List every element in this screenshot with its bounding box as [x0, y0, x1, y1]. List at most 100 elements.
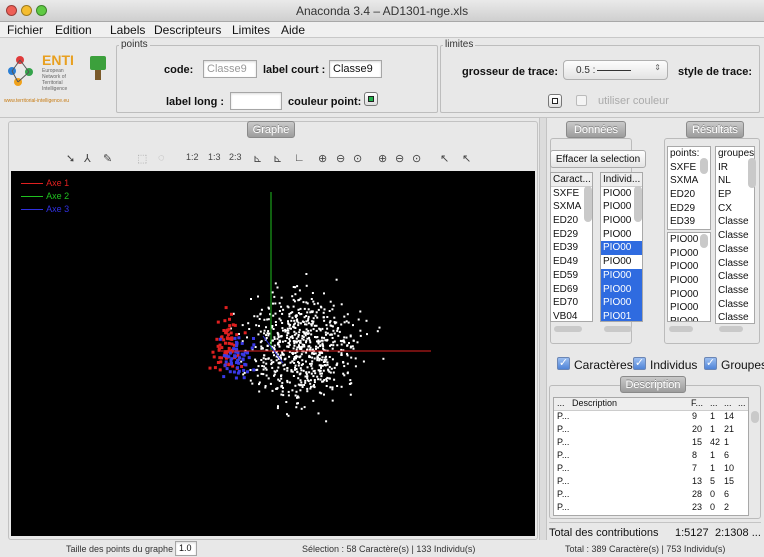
groupe-row[interactable]: Classe	[716, 215, 754, 229]
individu-row[interactable]: PIO00	[601, 296, 642, 310]
caracteres-header[interactable]: Caract...	[551, 173, 592, 187]
caracteres-checkbox[interactable]: ✓	[557, 357, 570, 370]
caractere-row[interactable]: ED59	[551, 269, 592, 283]
description-row[interactable]: P... 28 0 6	[554, 489, 748, 502]
individu-row[interactable]: PIO00	[601, 282, 642, 297]
axes-label-icon[interactable]: ⊾	[273, 152, 282, 165]
axes-plane-icon[interactable]: ⊾	[253, 152, 262, 165]
col-header-description[interactable]: Description	[572, 398, 617, 408]
rotate-x-icon[interactable]: ⊕	[318, 152, 327, 165]
tab-donnees[interactable]: Données	[566, 121, 626, 138]
result-point-row[interactable]: ED39	[668, 215, 710, 229]
description-row[interactable]: P... 9 1 14	[554, 411, 748, 424]
description-row[interactable]: P... 20 1 21	[554, 424, 748, 437]
select-tool-icon[interactable]: ➘	[66, 152, 75, 165]
caracteres-scrollbar[interactable]	[584, 186, 592, 222]
lasso-tool-icon[interactable]: ⬚	[137, 152, 147, 165]
menu-fichier[interactable]: Fichier	[7, 23, 43, 37]
result-point2-row[interactable]: PIO00	[668, 274, 710, 288]
groupe-row[interactable]: Classe	[716, 270, 754, 284]
tab-graphe[interactable]: Graphe	[247, 121, 295, 138]
graph-canvas[interactable]: Axe 1 Axe 2 Axe 3	[11, 171, 535, 536]
individu-row[interactable]: PIO00	[601, 255, 642, 269]
caractere-row[interactable]: ED49	[551, 255, 592, 269]
tab-resultats[interactable]: Résultats	[686, 121, 744, 138]
groupe-row[interactable]: Classe	[716, 257, 754, 271]
result-point2-row[interactable]: PIO00	[668, 301, 710, 315]
rotate-z-icon[interactable]: ⊙	[353, 152, 362, 165]
caractere-row[interactable]: ED69	[551, 283, 592, 297]
long-label-field[interactable]	[230, 92, 282, 110]
results-points-scrollbar[interactable]	[700, 158, 708, 174]
groupes-scrollbar[interactable]	[748, 158, 756, 188]
col-header-a[interactable]: ...	[710, 398, 718, 408]
rotate-z-back-icon[interactable]: ⊙	[412, 152, 421, 165]
groupe-row[interactable]: Classe	[716, 298, 754, 312]
description-row[interactable]: P... 15 42 1	[554, 437, 748, 450]
result-point2-row[interactable]: PIO00	[668, 288, 710, 302]
rotate-y-back-icon[interactable]: ⊖	[395, 152, 404, 165]
menu-aide[interactable]: Aide	[281, 23, 305, 37]
zoom-out-icon[interactable]: ↖	[462, 152, 471, 165]
donnees-hscroll-2[interactable]	[604, 326, 632, 332]
circle-tool-icon[interactable]: ◌	[158, 152, 165, 164]
result-point2-row[interactable]: PIO00	[668, 247, 710, 261]
col-header-c[interactable]: ...	[738, 398, 746, 408]
individu-row[interactable]: PIO00	[601, 228, 642, 242]
resultats-hscroll[interactable]	[669, 326, 693, 332]
result-point-row[interactable]: ED29	[668, 202, 710, 216]
groupe-row[interactable]: CX	[716, 202, 754, 216]
col-header-0[interactable]: ...	[557, 398, 565, 408]
menu-labels[interactable]: Labels	[110, 23, 145, 37]
thickness-select[interactable]: 0.5 : ⇕	[563, 60, 668, 80]
result-point2-row[interactable]: PIO00	[668, 260, 710, 274]
axes-tool-icon[interactable]: ⅄	[84, 152, 91, 165]
point-size-field[interactable]: 1.0	[175, 541, 197, 556]
tab-description[interactable]: Description	[620, 376, 686, 393]
caractere-row[interactable]: ED29	[551, 228, 592, 242]
col-header-f[interactable]: F...	[691, 398, 703, 408]
plane-2-3-button[interactable]: 2:3	[229, 152, 242, 162]
zoom-in-icon[interactable]: ↖	[440, 152, 449, 165]
groupe-row[interactable]: Classe	[716, 311, 754, 323]
clear-selection-button[interactable]: Effacer la selection	[550, 150, 646, 168]
description-row[interactable]: P... 23 0 2	[554, 502, 748, 515]
rotate-y-icon[interactable]: ⊖	[336, 152, 345, 165]
groupes-hscroll[interactable]	[719, 326, 743, 332]
split-pane-handle[interactable]	[539, 118, 547, 540]
individus-header[interactable]: Individ...	[601, 173, 642, 187]
result-point2-row[interactable]: PIO00	[668, 315, 710, 321]
groupe-row[interactable]: EP	[716, 188, 754, 202]
short-label-field[interactable]: Classe9	[329, 60, 382, 78]
pencil-tool-icon[interactable]: ✎	[103, 152, 112, 165]
menu-edition[interactable]: Edition	[55, 23, 92, 37]
result-point-row[interactable]: SXMA	[668, 174, 710, 188]
menu-limites[interactable]: Limites	[232, 23, 270, 37]
description-row[interactable]: P... 13 5 15	[554, 476, 748, 489]
result-point-row[interactable]: ED20	[668, 188, 710, 202]
caractere-row[interactable]: ED70	[551, 296, 592, 310]
description-table[interactable]: ... Description F... ... ... ... P... 9 1 1…	[553, 397, 749, 516]
individu-row[interactable]: PIO00	[601, 241, 642, 256]
individu-row[interactable]: PIO00	[601, 268, 642, 283]
groupe-row[interactable]: Classe	[716, 243, 754, 257]
axes-corner-icon[interactable]: ∟	[294, 152, 305, 164]
code-field[interactable]: Classe9	[203, 60, 257, 78]
groupes-checkbox[interactable]: ✓	[704, 357, 717, 370]
caractere-row[interactable]: ED39	[551, 241, 592, 255]
trace-color-button[interactable]	[548, 94, 562, 108]
menu-descripteurs[interactable]: Descripteurs	[154, 23, 221, 37]
point-color-button[interactable]	[364, 92, 378, 106]
description-scrollbar[interactable]	[751, 411, 759, 423]
individu-row[interactable]: PIO01	[601, 309, 642, 321]
groupe-row[interactable]: Classe	[716, 229, 754, 243]
caractere-row[interactable]: VB04	[551, 310, 592, 321]
groupe-row[interactable]: Classe	[716, 284, 754, 298]
rotate-x-back-icon[interactable]: ⊕	[378, 152, 387, 165]
use-color-checkbox[interactable]	[576, 95, 587, 106]
description-row[interactable]: P... 7 1 10	[554, 463, 748, 476]
plane-1-2-button[interactable]: 1:2	[186, 152, 199, 162]
results-points2-scrollbar[interactable]	[700, 234, 708, 248]
description-row[interactable]: P... 8 1 6	[554, 450, 748, 463]
individus-scrollbar[interactable]	[634, 186, 642, 222]
